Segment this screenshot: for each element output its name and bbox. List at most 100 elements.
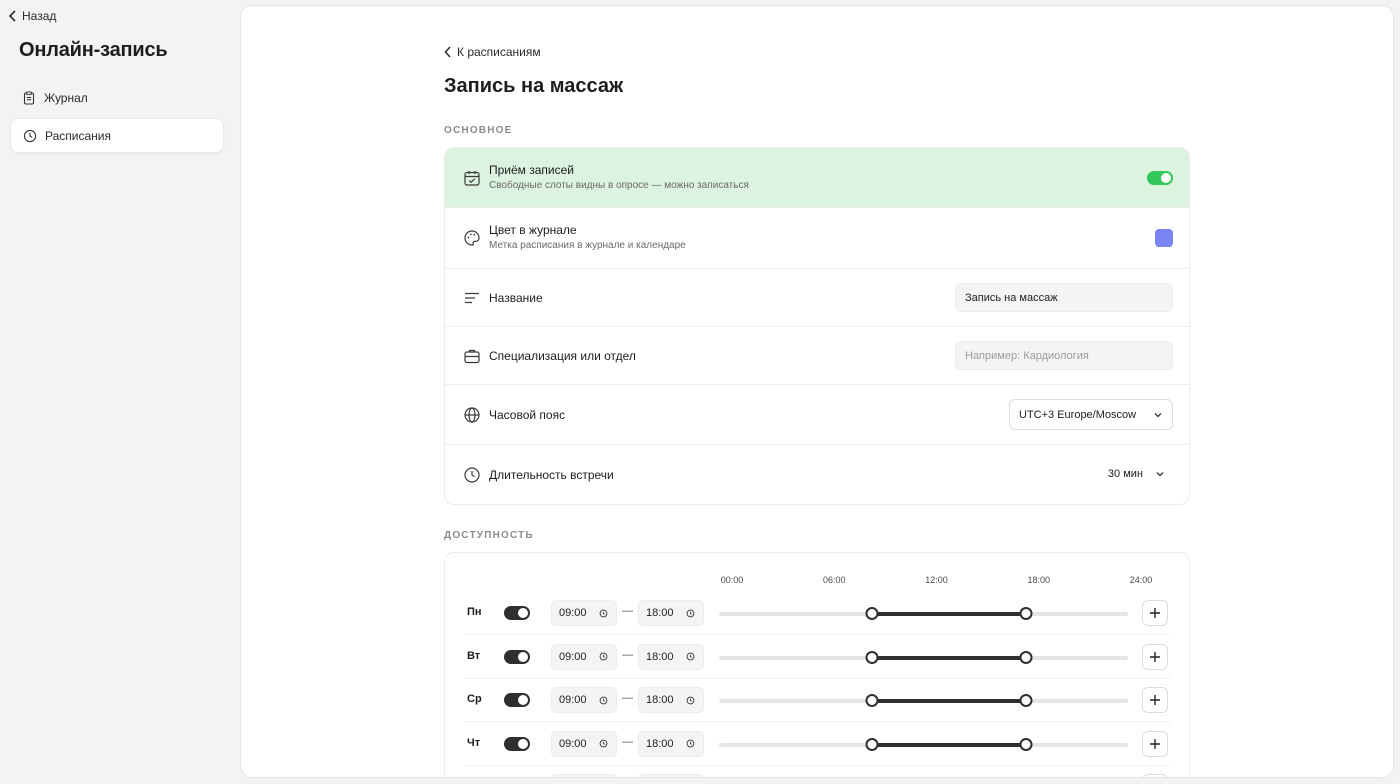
end-time-input[interactable]: 18:00 (638, 730, 704, 757)
clock-icon (686, 739, 695, 748)
start-handle[interactable] (865, 650, 879, 664)
end-handle[interactable] (1019, 607, 1033, 620)
chevron-down-icon (1154, 412, 1162, 417)
page-title: Запись на массаж (444, 75, 624, 97)
setting-text: Название (489, 291, 543, 305)
start-time-value: 09:00 (559, 694, 587, 707)
clock-icon (599, 696, 608, 705)
section-label-availability: ДОСТУПНОСТЬ (444, 530, 534, 541)
time-axis-label: 12:00 (925, 575, 948, 585)
end-time-input[interactable]: 18:00 (638, 600, 704, 626)
start-time-value: 09:00 (559, 607, 587, 619)
day-enabled-toggle[interactable] (504, 606, 530, 620)
end-time-value: 18:00 (646, 737, 674, 750)
setting-text: Длительность встречи (489, 468, 614, 482)
breadcrumb-label: К расписаниям (457, 45, 541, 59)
setting-row-specialization: Специализация или отдел Например: Кардио… (445, 327, 1189, 385)
time-axis-label: 18:00 (1027, 575, 1051, 585)
day-enabled-toggle[interactable] (504, 736, 530, 751)
end-time-input[interactable] (638, 774, 704, 777)
setting-text: Специализация или отдел (489, 349, 636, 363)
start-time-input[interactable]: 09:00 (551, 643, 617, 670)
time-range-slider[interactable] (719, 694, 1128, 708)
name-input[interactable]: Запись на массаж (955, 283, 1173, 312)
time-range-fill (872, 742, 1026, 747)
end-handle[interactable] (1019, 650, 1033, 664)
clock-icon (464, 467, 480, 483)
start-handle[interactable] (865, 607, 879, 620)
add-interval-button[interactable] (1142, 687, 1168, 714)
start-time-input[interactable]: 09:00 (551, 687, 617, 714)
specialization-input[interactable]: Например: Кардиология (955, 341, 1173, 370)
plus-icon (1150, 695, 1160, 706)
end-handle[interactable] (1019, 737, 1033, 751)
end-handle[interactable] (1019, 694, 1033, 708)
sidebar-item-label: Журнал (44, 90, 88, 105)
time-axis-label: 24:00 (1129, 575, 1153, 585)
clock-icon (23, 129, 37, 142)
start-time-input[interactable]: 09:00 (551, 600, 617, 626)
chevron-left-icon (8, 10, 16, 22)
range-dash: — (622, 605, 633, 617)
timezone-value: UTC+3 Europe/Moscow (1019, 408, 1137, 421)
end-time-input[interactable]: 18:00 (638, 687, 704, 714)
sidebar-item-schedules[interactable]: Расписания (10, 118, 224, 153)
timezone-select[interactable]: UTC+3 Europe/Moscow (1009, 399, 1173, 430)
start-time-value: 09:00 (559, 737, 587, 750)
accepting-toggle[interactable] (1147, 171, 1173, 185)
setting-subtitle: Свободные слоты видны в опросе — можно з… (489, 180, 749, 191)
setting-row-name: Название Запись на массаж (445, 269, 1189, 327)
app-title: Онлайн-запись (19, 39, 168, 61)
text-lines-icon (465, 292, 479, 304)
availability-card: 00:00 06:00 12:00 18:00 24:00 Пн 09:00—18:00 В… (444, 552, 1190, 777)
day-name: Ср (467, 693, 482, 706)
range-dash: — (622, 648, 633, 661)
end-time-input[interactable]: 18:00 (638, 643, 704, 670)
main-panel: К расписаниям Запись на массаж ОСНОВНОЕ … (240, 5, 1394, 778)
color-swatch-picker[interactable] (1155, 229, 1173, 247)
day-name: Пн (467, 606, 482, 618)
duration-select[interactable]: 30 мин (1108, 468, 1165, 480)
add-interval-button[interactable] (1142, 643, 1168, 670)
back-label: Назад (22, 9, 57, 23)
add-interval-button[interactable] (1142, 600, 1168, 626)
end-time-value: 18:00 (646, 650, 674, 663)
setting-title: Специализация или отдел (489, 349, 636, 363)
start-handle[interactable] (865, 694, 879, 708)
day-enabled-toggle[interactable] (504, 693, 530, 708)
add-interval-button[interactable] (1142, 730, 1168, 757)
range-dash: — (622, 735, 633, 748)
setting-subtitle: Метка расписания в журнале и календаре (489, 240, 686, 251)
time-range-fill (872, 655, 1026, 660)
time-range-slider[interactable] (719, 650, 1128, 664)
plus-icon (1150, 651, 1160, 662)
day-enabled-toggle[interactable] (504, 649, 530, 664)
time-range-slider[interactable] (719, 607, 1128, 620)
clock-icon (599, 609, 608, 617)
sidebar-item-label: Расписания (45, 128, 111, 143)
start-time-input[interactable]: 09:00 (551, 730, 617, 757)
time-range-fill (872, 699, 1026, 704)
day-row: Чт 09:00 — 18:00 (445, 722, 1189, 766)
time-range-slider[interactable] (719, 737, 1128, 751)
setting-title: Длительность встречи (489, 468, 614, 482)
calendar-check-icon (464, 171, 480, 186)
start-handle[interactable] (865, 737, 879, 751)
day-row: — (445, 765, 1189, 777)
day-row: Ср 09:00 — 18:00 (445, 678, 1189, 723)
section-label-basic: ОСНОВНОЕ (444, 125, 513, 136)
duration-value: 30 мин (1107, 468, 1143, 480)
setting-row-duration: Длительность встречи 30 мин (445, 445, 1189, 504)
plus-icon (1150, 608, 1160, 618)
add-interval-button[interactable] (1142, 774, 1168, 777)
sidebar-item-journal[interactable]: Журнал (10, 80, 224, 115)
start-time-input[interactable] (551, 774, 617, 777)
end-time-value: 18:00 (646, 607, 674, 619)
time-axis-label: 06:00 (822, 575, 846, 585)
setting-text: Цвет в журнале Метка расписания в журнал… (489, 223, 686, 251)
day-name: Чт (467, 736, 481, 749)
clock-icon (686, 609, 695, 617)
palette-icon (464, 230, 480, 246)
breadcrumb-back-link[interactable]: К расписаниям (444, 45, 541, 59)
back-button[interactable]: Назад (8, 9, 56, 23)
